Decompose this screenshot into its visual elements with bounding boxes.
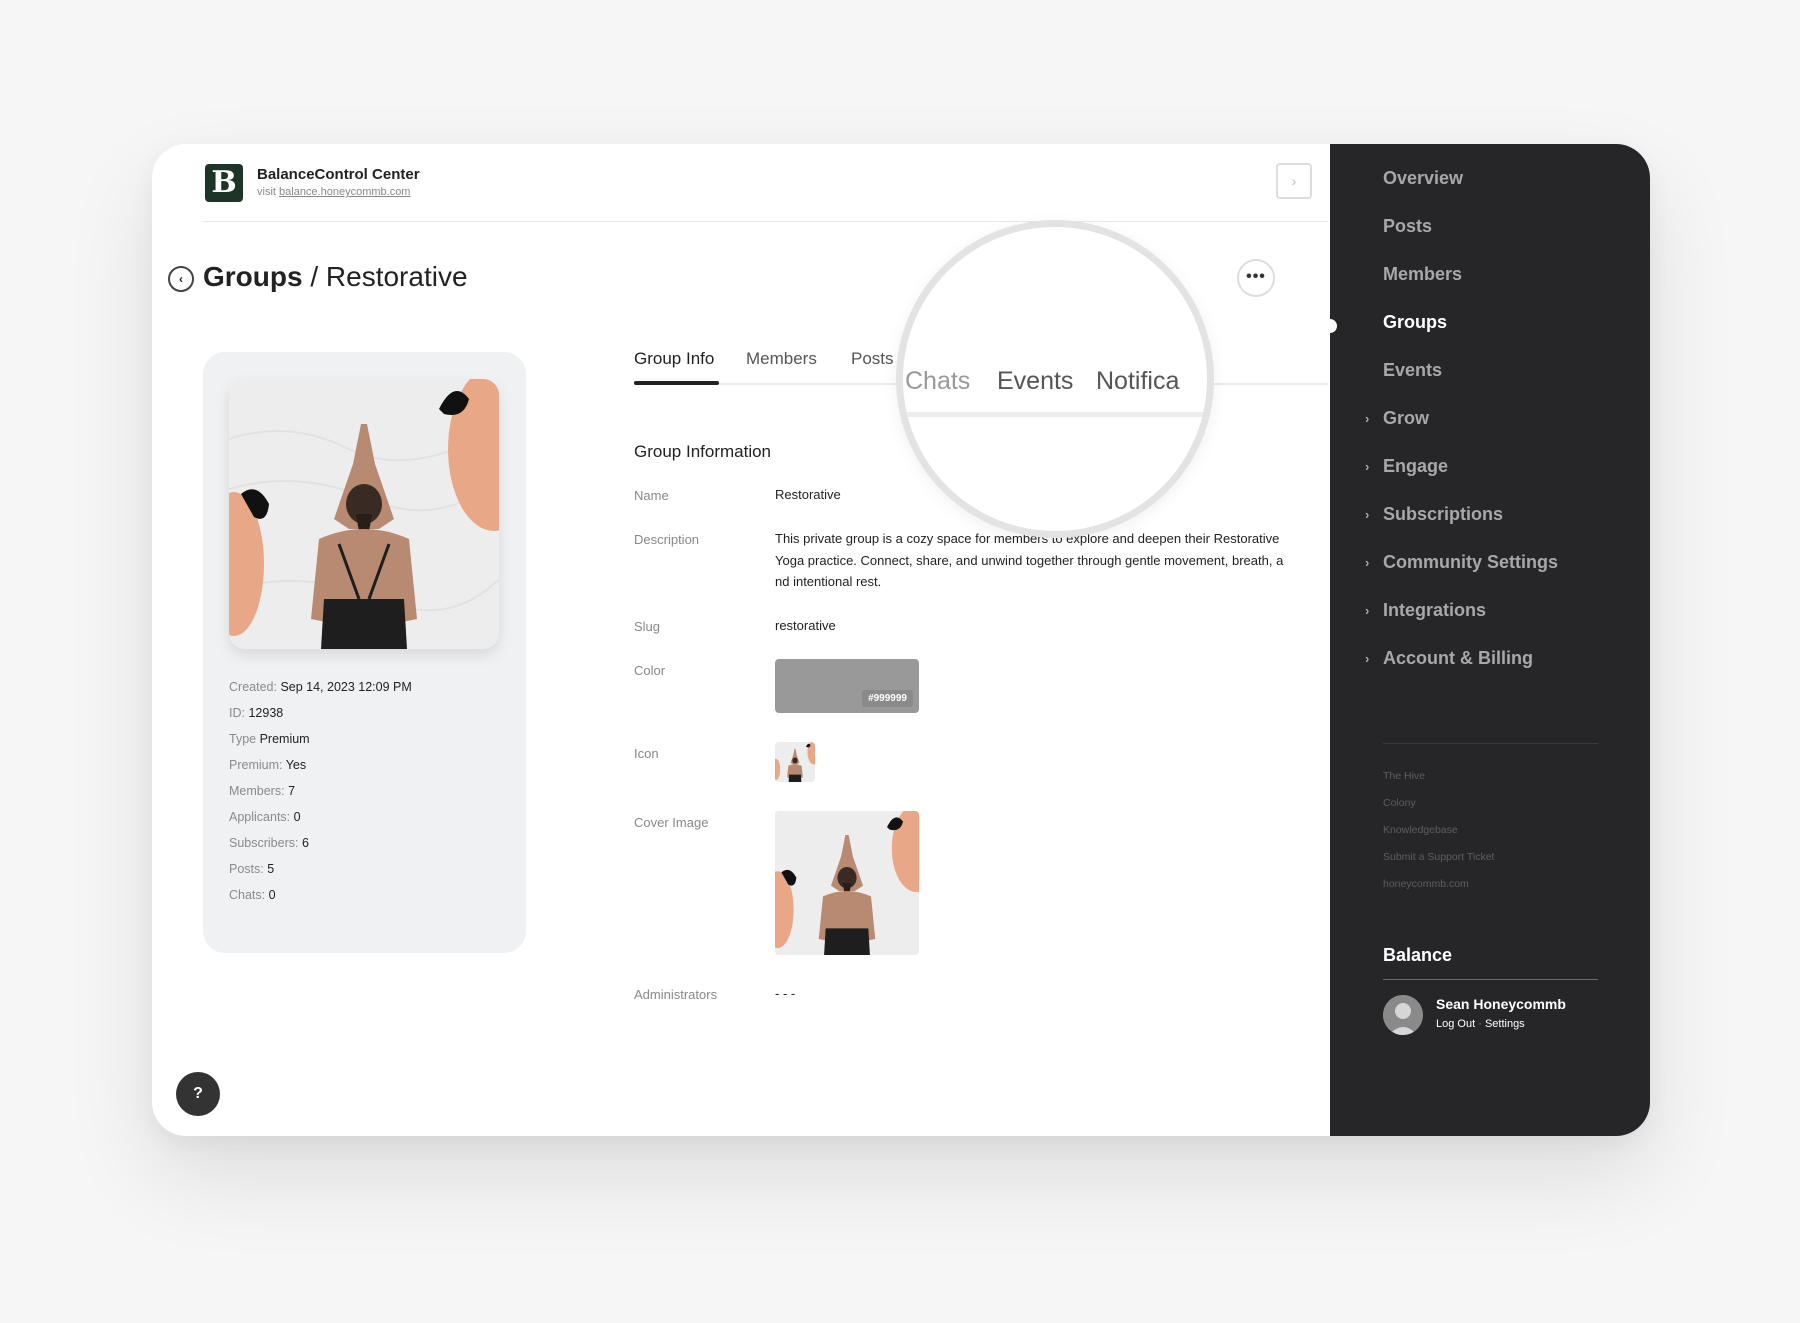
name-value: Restorative [775, 487, 841, 502]
header-divider [203, 221, 1328, 222]
administrators-label: Administrators [634, 987, 718, 1002]
app-window: B BalanceControl Center visit balance.ho… [152, 144, 1650, 1136]
tab-notifications[interactable]: Notifica [1096, 367, 1179, 396]
sidebar-item-members[interactable]: Members [1383, 264, 1462, 285]
description-label: Description [634, 532, 700, 547]
tab-posts[interactable]: Posts [851, 349, 894, 369]
chevron-right-icon: › [1365, 507, 1370, 522]
group-icon-image[interactable] [775, 742, 815, 782]
tab-members[interactable]: Members [746, 349, 817, 369]
meta-chats: Chats: 0 [229, 888, 276, 902]
link-colony[interactable]: Colony [1383, 797, 1416, 809]
meta-premium: Premium: Yes [229, 758, 307, 772]
avatar[interactable] [1383, 995, 1423, 1035]
page-title: Groups / Restorative [203, 261, 468, 293]
icon-label: Icon [634, 746, 659, 761]
sidebar-item-grow[interactable]: Grow [1383, 408, 1429, 429]
sidebar-item-overview[interactable]: Overview [1383, 168, 1463, 189]
yoga-photo [229, 379, 499, 649]
color-hex-badge: #999999 [862, 690, 913, 707]
sidebar-item-subscriptions[interactable]: Subscriptions [1383, 504, 1503, 525]
link-support-ticket[interactable]: Submit a Support Ticket [1383, 851, 1494, 863]
cover-image-thumbnail[interactable] [775, 811, 919, 955]
active-tab-indicator [634, 381, 719, 385]
breadcrumb-separator: / [310, 261, 319, 292]
question-icon: ? [193, 1085, 203, 1102]
link-honeycommb[interactable]: honeycommb.com [1383, 878, 1469, 890]
slug-label: Slug [634, 619, 661, 634]
group-cover-image [229, 379, 499, 649]
sidebar-item-account-billing[interactable]: Account & Billing [1383, 648, 1533, 669]
brand-title: BalanceControl Center [257, 166, 420, 183]
group-meta-list: Created: Sep 14, 2023 12:09 PM ID: 12938… [229, 674, 412, 908]
ellipsis-icon: ••• [1246, 268, 1266, 285]
org-name: Balance [1383, 945, 1453, 965]
yoga-icon [775, 742, 815, 782]
link-the-hive[interactable]: The Hive [1383, 770, 1425, 782]
logout-link[interactable]: Log Out [1436, 1018, 1475, 1030]
chevron-right-icon: › [1365, 555, 1370, 570]
breadcrumb-groups[interactable]: Groups [203, 261, 303, 292]
user-name: Sean Honeycommb [1436, 996, 1566, 1012]
sidebar-item-engage[interactable]: Engage [1383, 456, 1448, 477]
meta-created: Created: Sep 14, 2023 12:09 PM [229, 680, 412, 694]
meta-applicants: Applicants: 0 [229, 810, 301, 824]
user-links: Log Out · Settings [1436, 1018, 1525, 1030]
sidebar-toggle-button[interactable]: › [1276, 163, 1312, 199]
chevron-left-icon: ‹ [179, 272, 183, 286]
chevron-right-icon: › [1365, 411, 1370, 426]
meta-posts: Posts: 5 [229, 862, 275, 876]
link-knowledgebase[interactable]: Knowledgebase [1383, 824, 1458, 836]
color-label: Color [634, 663, 666, 678]
color-swatch[interactable]: #999999 [775, 659, 919, 713]
description-value: This private group is a cozy space for m… [775, 531, 1284, 589]
yoga-cover-thumb [775, 811, 919, 955]
back-button[interactable]: ‹ [168, 266, 194, 292]
brand-logo: B [205, 164, 243, 202]
more-options-button[interactable]: ••• [1237, 259, 1275, 297]
breadcrumb-current: Restorative [325, 261, 468, 292]
magnifier-tab-divider [903, 412, 1207, 417]
tab-chats[interactable]: Chats [905, 367, 970, 396]
org-divider [1383, 979, 1598, 980]
slug-value: restorative [775, 618, 836, 633]
sidebar-item-groups[interactable]: Groups [1383, 312, 1447, 333]
administrators-value: - - - [775, 986, 796, 1001]
tab-events[interactable]: Events [997, 367, 1073, 396]
meta-members: Members: 7 [229, 784, 296, 798]
group-summary-card: Created: Sep 14, 2023 12:09 PM ID: 12938… [203, 352, 526, 953]
active-indicator-dot [1323, 319, 1337, 333]
magnifier-lens: Chats Events Notifica [896, 220, 1214, 538]
chevron-right-icon: › [1291, 173, 1297, 189]
visit-prefix: visit [257, 186, 276, 198]
tab-group-info[interactable]: Group Info [634, 349, 714, 369]
sidebar-item-integrations[interactable]: Integrations [1383, 600, 1486, 621]
user-avatar-icon [1383, 995, 1423, 1035]
meta-type: Type Premium [229, 732, 310, 746]
sidebar-item-community-settings[interactable]: Community Settings [1383, 552, 1558, 573]
name-label: Name [634, 488, 669, 503]
meta-id: ID: 12938 [229, 706, 284, 720]
sidebar: Overview Posts Members Groups Events › G… [1323, 144, 1650, 1136]
main-content: B BalanceControl Center visit balance.ho… [152, 144, 1330, 1136]
settings-link[interactable]: Settings [1485, 1018, 1525, 1030]
meta-subscribers: Subscribers: 6 [229, 836, 309, 850]
sidebar-item-posts[interactable]: Posts [1383, 216, 1432, 237]
sidebar-divider [1383, 743, 1598, 744]
chevron-right-icon: › [1365, 459, 1370, 474]
cover-image-label: Cover Image [634, 815, 709, 830]
link-separator: · [1478, 1018, 1482, 1030]
chevron-right-icon: › [1365, 651, 1370, 666]
chevron-right-icon: › [1365, 603, 1370, 618]
sidebar-item-events[interactable]: Events [1383, 360, 1442, 381]
brand-visit: visit balance.honeycommb.com [257, 186, 410, 198]
visit-link[interactable]: balance.honeycommb.com [279, 186, 410, 198]
section-title: Group Information [634, 442, 772, 461]
help-button[interactable]: ? [176, 1072, 220, 1116]
